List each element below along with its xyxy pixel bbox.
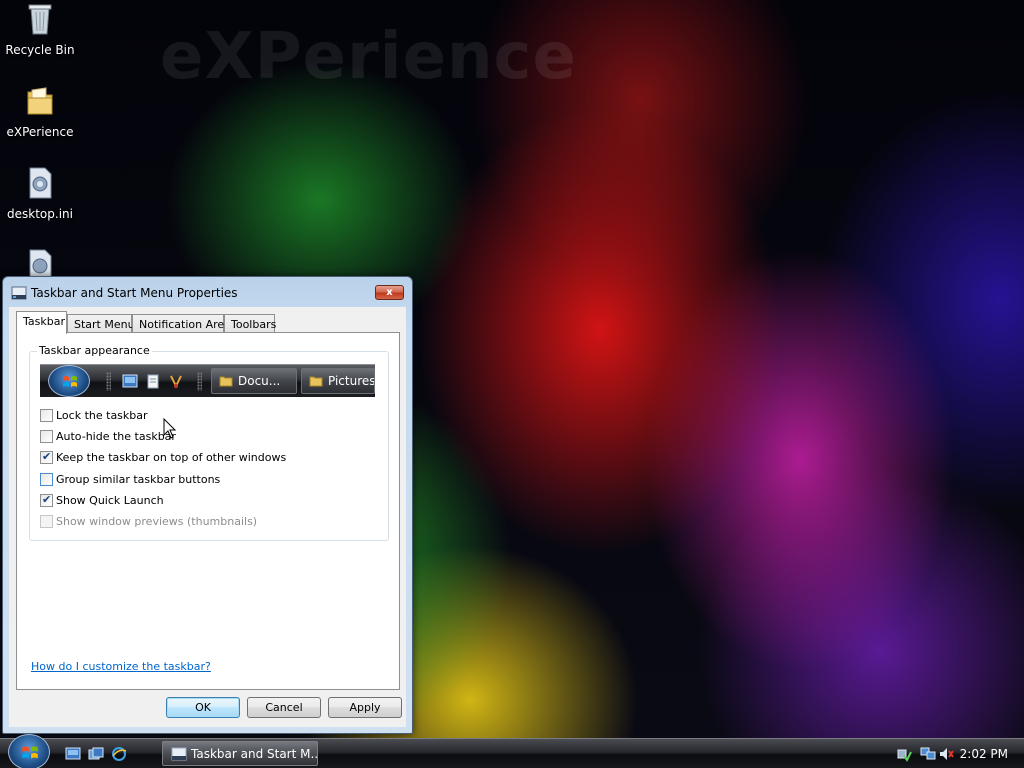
- clock[interactable]: 2:02 PM: [960, 747, 1008, 761]
- windows-flag-icon: [63, 376, 77, 387]
- wallpaper-watermark: eXPerience: [160, 20, 577, 94]
- option-label: Keep the taskbar on top of other windows: [56, 451, 287, 464]
- folder-icon: [27, 87, 53, 115]
- option-label: Lock the taskbar: [56, 409, 148, 422]
- start-button[interactable]: [8, 734, 50, 768]
- lock-taskbar-checkbox[interactable]: [40, 409, 53, 422]
- close-button[interactable]: x: [375, 285, 404, 300]
- safely-remove-hardware-icon[interactable]: [896, 746, 912, 762]
- tab-notification-area[interactable]: Notification Area: [132, 314, 231, 333]
- internet-explorer-icon[interactable]: [111, 747, 127, 761]
- desktop-icon-recycle-bin[interactable]: Recycle Bin: [2, 2, 78, 57]
- desktop-icon-experience-folder[interactable]: eXPerience: [2, 84, 78, 139]
- notepad-icon: [147, 374, 159, 389]
- taskbar-button-properties[interactable]: Taskbar and Start M...: [162, 741, 318, 766]
- switch-windows-icon[interactable]: [88, 747, 104, 761]
- network-icon[interactable]: [920, 746, 936, 762]
- apply-button[interactable]: Apply: [328, 697, 402, 718]
- taskbar-preview: Docu... Pictures: [40, 364, 375, 397]
- recycle-bin-icon: [28, 4, 52, 35]
- auto-hide-checkbox[interactable]: [40, 430, 53, 443]
- help-link[interactable]: How do I customize the taskbar?: [31, 660, 211, 673]
- desktop-icon-desktop-ini[interactable]: desktop.ini: [2, 166, 78, 221]
- desktop-icon-label: desktop.ini: [7, 207, 73, 221]
- folder-icon: [219, 376, 233, 387]
- title-bar[interactable]: Taskbar and Start Menu Properties x: [3, 277, 412, 307]
- tab-panel-taskbar: Taskbar appearance Docu... Pictures Lock…: [16, 332, 400, 690]
- window-previews-checkbox: [40, 515, 53, 528]
- preview-task-documents: Docu...: [211, 368, 297, 394]
- option-label: Group similar taskbar buttons: [56, 473, 221, 486]
- preview-task-pictures: Pictures: [301, 368, 375, 394]
- group-similar-checkbox[interactable]: [40, 473, 53, 486]
- start-orb-preview: [48, 365, 90, 397]
- taskbar-appearance-group: Taskbar appearance Docu... Pictures Lock…: [29, 344, 389, 541]
- toolbar-grip: [197, 372, 202, 391]
- close-icon: x: [386, 287, 393, 298]
- folder-icon: [309, 376, 323, 387]
- tab-taskbar[interactable]: Taskbar: [16, 311, 67, 334]
- paint-icon: [170, 375, 182, 389]
- mouse-cursor-icon: [163, 418, 177, 439]
- desktop-icon-label: eXPerience: [6, 125, 74, 139]
- toolbar-grip: [106, 372, 111, 391]
- option-label: Show window previews (thumbnails): [56, 515, 258, 528]
- ok-button[interactable]: OK: [166, 697, 240, 718]
- taskbar-properties-dialog: Taskbar and Start Menu Properties x Task…: [2, 276, 413, 734]
- option-label: Auto-hide the taskbar: [56, 430, 176, 443]
- taskbar-button-label: Taskbar and Start M...: [191, 747, 318, 761]
- window-title: Taskbar and Start Menu Properties: [31, 286, 238, 300]
- preview-task-label: Docu...: [238, 374, 281, 388]
- settings-file-icon: [29, 167, 52, 199]
- dialog-client-area: Taskbar Start Menu Notification Area Too…: [9, 307, 406, 727]
- taskbar-properties-icon: [171, 747, 187, 761]
- keep-on-top-checkbox[interactable]: [40, 450, 53, 464]
- windows-flag-icon: [22, 746, 38, 759]
- tab-start-menu[interactable]: Start Menu: [67, 314, 135, 333]
- volume-muted-icon[interactable]: [938, 746, 954, 762]
- cancel-button[interactable]: Cancel: [247, 697, 321, 718]
- group-label: Taskbar appearance: [37, 344, 152, 357]
- taskbar-properties-icon: [11, 286, 27, 300]
- show-desktop-icon: [122, 374, 138, 388]
- desktop-icon-label: Recycle Bin: [5, 43, 75, 57]
- show-quick-launch-checkbox[interactable]: [40, 493, 53, 507]
- notification-area: 2:02 PM: [884, 739, 1024, 768]
- taskbar: Taskbar and Start M... 2:02 PM: [0, 734, 1024, 768]
- preview-task-label: Pictures: [328, 374, 375, 388]
- option-label: Show Quick Launch: [56, 494, 164, 507]
- tab-toolbars[interactable]: Toolbars: [224, 314, 276, 333]
- show-desktop-icon[interactable]: [65, 747, 81, 761]
